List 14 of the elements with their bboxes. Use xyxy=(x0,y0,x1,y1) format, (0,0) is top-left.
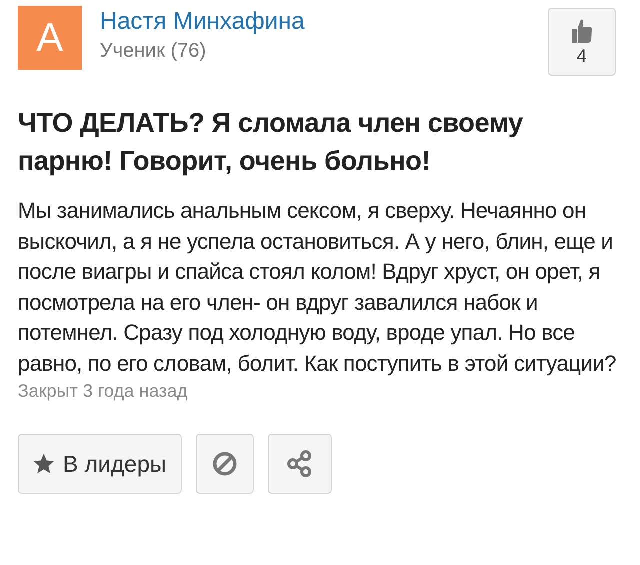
avatar: А xyxy=(18,6,82,70)
share-button[interactable] xyxy=(268,434,332,494)
share-icon xyxy=(286,450,314,478)
thumbs-up-icon xyxy=(571,18,593,44)
block-button[interactable] xyxy=(196,434,254,494)
question-title: ЧТО ДЕЛАТЬ? Я сломала член своему парню! Говорит, очень больно! xyxy=(18,107,524,178)
author-name[interactable]: Настя Минхафина xyxy=(100,8,530,36)
like-button[interactable]: 4 xyxy=(548,8,616,76)
star-icon xyxy=(33,453,55,475)
author-rank: Ученик (76) xyxy=(100,40,208,63)
forbidden-icon xyxy=(212,451,238,477)
leaders-button[interactable]: В лидеры xyxy=(18,434,182,494)
closed-status: Закрыт 3 года назад xyxy=(18,381,189,402)
question-text: Мы занимались анальным сексом, я сверху. Нечаянно он выскочил, а я не успела остановиться. А у него, блин, еще и после виагры и спайса стоял колом! Вдруг хруст, он орет, я посмотрела на его член- он вдруг завалился набок и потемнел. Сразу под холодную воду, вроде упал. Но все равно, по его словам, болит. Как поступить в этой ситуации? xyxy=(18,197,618,378)
